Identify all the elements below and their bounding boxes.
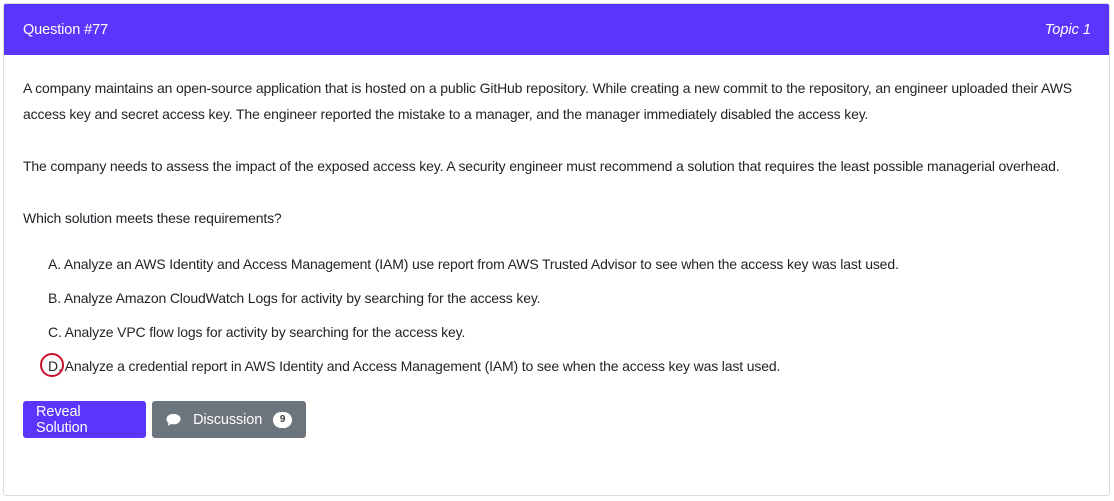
question-header: Question #77 Topic 1 (4, 4, 1109, 55)
discussion-button[interactable]: Discussion 9 (152, 401, 306, 438)
question-number: Question #77 (23, 21, 109, 38)
chat-bubble-icon (166, 413, 181, 426)
choice-text: Analyze an AWS Identity and Access Manag… (63, 256, 899, 272)
choice-letter: B. (48, 290, 61, 306)
discussion-count-badge: 9 (273, 411, 292, 428)
action-buttons: Reveal Solution Discussion 9 (23, 401, 1090, 438)
choice-letter: C. (48, 324, 62, 340)
discussion-label: Discussion (193, 411, 263, 428)
choice-letter-wrapper: D. (40, 349, 64, 383)
answer-choices: A. Analyze an AWS Identity and Access Ma… (23, 247, 1090, 383)
choice-letter: A. (48, 256, 61, 272)
question-paragraph: A company maintains an open-source appli… (23, 80, 1072, 122)
topic-label: Topic 1 (1044, 21, 1091, 38)
question-paragraph: The company needs to assess the impact o… (23, 158, 1060, 174)
choice-text: Analyze a credential report in AWS Ident… (64, 358, 781, 374)
question-body: A company maintains an open-source appli… (4, 55, 1109, 438)
highlight-circle (40, 353, 64, 377)
choice-text: Analyze Amazon CloudWatch Logs for activ… (63, 290, 541, 306)
reveal-solution-label: Reveal Solution (36, 403, 88, 436)
question-card: Question #77 Topic 1 A company maintains… (3, 3, 1110, 496)
question-prompt: Which solution meets these requirements? (23, 210, 282, 226)
choice-c[interactable]: C. Analyze VPC flow logs for activity by… (48, 315, 1090, 349)
reveal-solution-button[interactable]: Reveal Solution (23, 401, 146, 438)
choice-text: Analyze VPC flow logs for activity by se… (64, 324, 466, 340)
choice-d[interactable]: D. Analyze a credential report in AWS Id… (40, 349, 1090, 383)
choice-b[interactable]: B. Analyze Amazon CloudWatch Logs for ac… (48, 281, 1090, 315)
choice-a[interactable]: A. Analyze an AWS Identity and Access Ma… (48, 247, 1090, 281)
